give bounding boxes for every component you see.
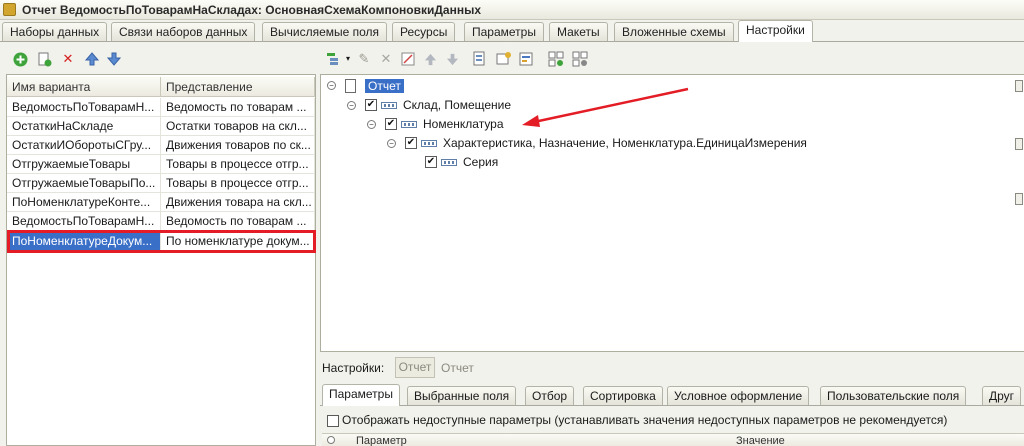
collapse-icon[interactable]: − bbox=[387, 139, 396, 148]
variant-presentation: Ведомость по товарам ... bbox=[161, 212, 315, 231]
wizard-icon[interactable] bbox=[400, 51, 416, 67]
tab-user-fields[interactable]: Пользовательские поля bbox=[820, 386, 967, 405]
tab-sorting[interactable]: Сортировка bbox=[583, 386, 663, 405]
tab-filter[interactable]: Отбор bbox=[525, 386, 575, 405]
variant-name: ОтгружаемыеТоварыПо... bbox=[7, 174, 161, 193]
settings-tab-strip: Параметры Выбранные поля Отбор Сортировк… bbox=[320, 384, 1024, 406]
delete-icon[interactable]: ✕ bbox=[378, 51, 394, 67]
tab-calculated-fields[interactable]: Вычисляемые поля bbox=[262, 22, 388, 41]
tab-parameters[interactable]: Параметры bbox=[464, 22, 544, 41]
annotation-arrow bbox=[522, 87, 689, 127]
variant-name: ПоНоменклатуреКонте... bbox=[7, 193, 161, 212]
tab-conditional-formatting[interactable]: Условное оформление bbox=[667, 386, 810, 405]
tab-parameters[interactable]: Параметры bbox=[322, 384, 400, 406]
side-icon[interactable] bbox=[1015, 80, 1023, 92]
report-structure-tree: − Отчет − ✔ Склад, Помещение − ✔ Номенкл… bbox=[320, 74, 1024, 352]
tab-settings[interactable]: Настройки bbox=[738, 20, 813, 42]
tab-other[interactable]: Друг bbox=[982, 386, 1022, 405]
variant-presentation: Движения товаров по ск... bbox=[161, 136, 315, 155]
settings-icon[interactable] bbox=[572, 51, 588, 67]
column-header-presentation[interactable]: Представление bbox=[161, 77, 315, 97]
tab-data-set-links[interactable]: Связи наборов данных bbox=[111, 22, 256, 41]
tab-data-sets[interactable]: Наборы данных bbox=[2, 22, 108, 41]
tree-node-label: Отчет bbox=[365, 79, 404, 93]
move-down-icon[interactable] bbox=[106, 51, 122, 67]
settings-current-name: Отчет bbox=[441, 361, 474, 375]
tree-node-series[interactable]: Серия bbox=[463, 153, 498, 171]
table-row[interactable]: ПоНоменклатуреКонте... Движения товара н… bbox=[7, 193, 315, 212]
table-row[interactable]: ОтгружаемыеТоварыПо... Товары в процессе… bbox=[7, 174, 315, 193]
top-tab-strip: Наборы данных Связи наборов данных Вычис… bbox=[0, 20, 1024, 42]
tab-resources[interactable]: Ресурсы bbox=[392, 22, 456, 41]
collapse-icon[interactable]: − bbox=[347, 101, 356, 110]
variant-name: ОстаткиИОборотыСГру... bbox=[7, 136, 161, 155]
tab-templates[interactable]: Макеты bbox=[549, 22, 608, 41]
app-icon bbox=[3, 3, 16, 16]
copy-icon[interactable] bbox=[36, 51, 52, 67]
variant-name: ВедомостьПоТоварамН... bbox=[7, 212, 161, 231]
variant-name: ВедомостьПоТоварамН... bbox=[7, 98, 161, 117]
window-title: Отчет ВедомостьПоТоварамНаСкладах: Основ… bbox=[22, 3, 481, 17]
table-row[interactable]: ОстаткиИОборотыСГру... Движения товаров … bbox=[7, 136, 315, 155]
collapse-icon[interactable] bbox=[327, 436, 335, 444]
column-header-value[interactable]: Значение bbox=[736, 435, 785, 446]
move-up-icon[interactable] bbox=[422, 51, 438, 67]
show-unavailable-label: Отображать недоступные параметры (устана… bbox=[342, 413, 948, 427]
table-row[interactable]: ОтгружаемыеТовары Товары в процессе отгр… bbox=[7, 155, 315, 174]
variant-presentation: Остатки товаров на скл... bbox=[161, 117, 315, 136]
report-icon bbox=[345, 79, 356, 93]
variant-presentation: Движения товара на скл... bbox=[161, 193, 315, 212]
move-up-icon[interactable] bbox=[84, 51, 100, 67]
parameters-table-header: Параметр Значение bbox=[322, 433, 1024, 446]
column-header-parameter[interactable]: Параметр bbox=[356, 435, 407, 446]
show-unavailable-checkbox[interactable] bbox=[327, 415, 339, 427]
edit-icon[interactable]: ✎ bbox=[356, 51, 372, 67]
grouping-icon bbox=[421, 140, 437, 147]
collapse-icon[interactable]: − bbox=[367, 120, 376, 129]
checkbox[interactable]: ✔ bbox=[425, 156, 437, 168]
settings-report-button[interactable]: Отчет bbox=[395, 357, 435, 378]
tree-node-characteristic[interactable]: Характеристика, Назначение, Номенклатура… bbox=[443, 134, 807, 152]
grouping-icon bbox=[401, 121, 417, 128]
title-bar: Отчет ВедомостьПоТоварамНаСкладах: Основ… bbox=[0, 0, 1024, 20]
annotation-highlight-box bbox=[7, 230, 316, 253]
checkbox[interactable]: ✔ bbox=[405, 137, 417, 149]
variant-name: ОтгружаемыеТовары bbox=[7, 155, 161, 174]
tab-nested-schemas[interactable]: Вложенные схемы bbox=[614, 22, 734, 41]
settings-label: Настройки: bbox=[322, 361, 385, 375]
variants-table: Имя варианта Представление ВедомостьПоТо… bbox=[6, 74, 316, 446]
variant-name: ОстаткиНаСкладе bbox=[7, 117, 161, 136]
add-icon[interactable] bbox=[12, 51, 28, 67]
tree-node-report[interactable]: Отчет bbox=[365, 77, 404, 95]
grouping-icon bbox=[381, 102, 397, 109]
group-icon[interactable] bbox=[472, 51, 488, 67]
variant-presentation: Ведомость по товарам ... bbox=[161, 98, 315, 117]
level-up-icon[interactable] bbox=[518, 51, 534, 67]
chevron-down-icon[interactable]: ▾ bbox=[340, 51, 356, 67]
collapse-icon[interactable]: − bbox=[327, 81, 336, 90]
table-row[interactable]: ВедомостьПоТоварамН... Ведомость по това… bbox=[7, 98, 315, 117]
checkbox[interactable]: ✔ bbox=[365, 99, 377, 111]
delete-icon[interactable]: ✕ bbox=[60, 51, 76, 67]
variant-presentation: Товары в процессе отгр... bbox=[161, 155, 315, 174]
side-icon[interactable] bbox=[1015, 138, 1023, 150]
checkbox[interactable]: ✔ bbox=[385, 118, 397, 130]
tree-node-warehouse[interactable]: Склад, Помещение bbox=[403, 96, 511, 114]
table-row[interactable]: ВедомостьПоТоварамН... Ведомость по това… bbox=[7, 212, 315, 231]
variant-presentation: Товары в процессе отгр... bbox=[161, 174, 315, 193]
move-down-icon[interactable] bbox=[444, 51, 460, 67]
side-icon[interactable] bbox=[1015, 193, 1023, 205]
fields-icon[interactable] bbox=[548, 51, 564, 67]
tab-selected-fields[interactable]: Выбранные поля bbox=[407, 386, 517, 405]
grouping-icon bbox=[441, 159, 457, 166]
column-header-name[interactable]: Имя варианта bbox=[7, 77, 161, 97]
table-row[interactable]: ОстаткиНаСкладе Остатки товаров на скл..… bbox=[7, 117, 315, 136]
ungroup-icon[interactable] bbox=[496, 51, 512, 67]
tree-node-nomenclature[interactable]: Номенклатура bbox=[423, 115, 504, 133]
